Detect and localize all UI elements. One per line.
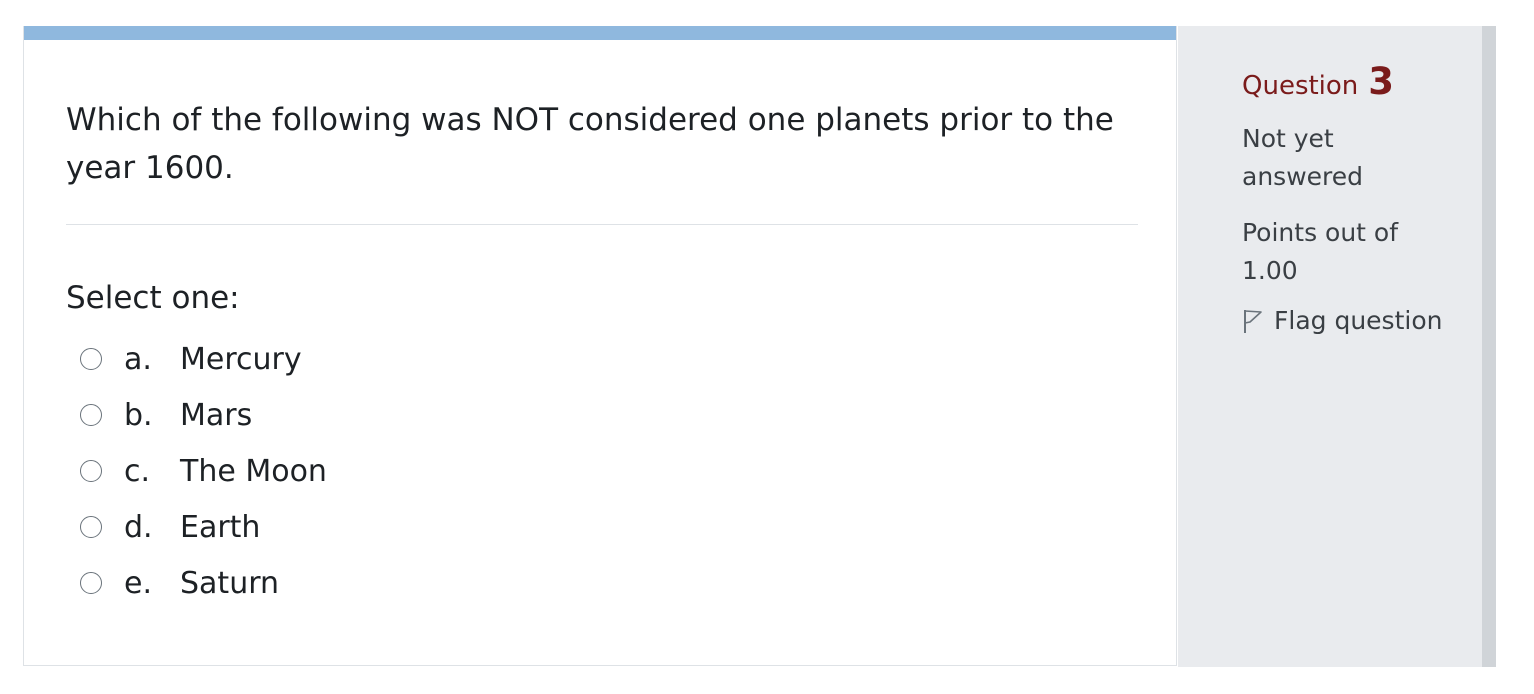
radio-icon[interactable] [80, 572, 102, 594]
answer-list: a. Mercury b. Mars c. The Moon d. Earth … [80, 331, 327, 611]
question-content-card: Which of the following was NOT considere… [23, 26, 1177, 666]
question-number: 3 [1368, 60, 1395, 103]
answer-state: Not yet answered [1242, 124, 1363, 191]
answer-option-a[interactable]: a. Mercury [80, 331, 327, 387]
answer-letter: b. [124, 397, 153, 433]
select-one-prompt: Select one: [66, 280, 240, 316]
question-info-panel: Question 3 Not yet answered Points out o… [1178, 26, 1496, 667]
answer-letter: d. [124, 509, 153, 545]
answer-label[interactable]: Mercury [180, 342, 302, 377]
answer-label[interactable]: Saturn [180, 566, 279, 601]
question-text: Which of the following was NOT considere… [66, 102, 1114, 186]
radio-icon[interactable] [80, 404, 102, 426]
radio-icon[interactable] [80, 460, 102, 482]
flag-question-link[interactable]: Flag question [1242, 306, 1442, 335]
answer-letter: a. [124, 341, 152, 377]
flag-icon[interactable] [1242, 308, 1264, 334]
radio-icon[interactable] [80, 348, 102, 370]
answer-letter: c. [124, 453, 151, 489]
answer-option-d[interactable]: d. Earth [80, 499, 327, 555]
grade-info: Points out of 1.00 [1242, 218, 1399, 285]
answer-label[interactable]: The Moon [180, 454, 327, 489]
answer-label[interactable]: Mars [180, 398, 252, 433]
answer-option-c[interactable]: c. The Moon [80, 443, 327, 499]
flag-question-label[interactable]: Flag question [1274, 306, 1442, 335]
answer-option-e[interactable]: e. Saturn [80, 555, 327, 611]
question-number-heading: Question 3 [1242, 60, 1394, 103]
radio-icon[interactable] [80, 516, 102, 538]
answer-option-b[interactable]: b. Mars [80, 387, 327, 443]
answer-letter: e. [124, 565, 152, 601]
card-top-accent-bar [24, 26, 1176, 40]
question-label: Question [1242, 71, 1359, 101]
question-divider [66, 224, 1138, 225]
answer-label[interactable]: Earth [180, 510, 260, 545]
